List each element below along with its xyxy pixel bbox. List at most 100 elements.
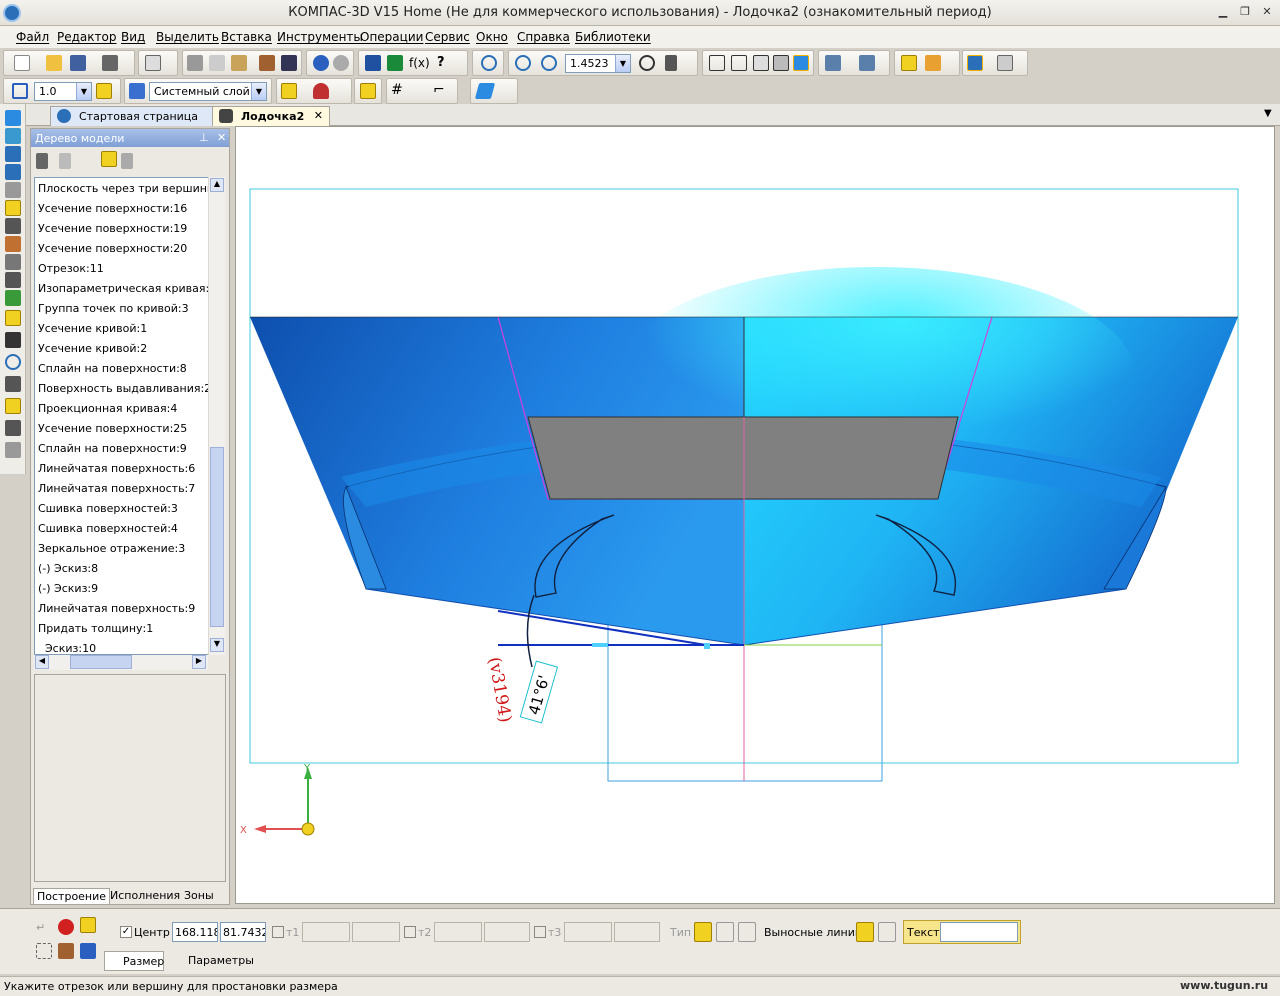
save-icon[interactable]	[70, 55, 86, 71]
copy-icon[interactable]	[209, 55, 225, 71]
zoom-window-icon[interactable]	[481, 55, 497, 71]
menu-window[interactable]: Окно	[476, 30, 508, 44]
linear-dim-icon[interactable]	[5, 310, 21, 326]
t1-checkbox[interactable]	[272, 926, 284, 938]
t2-checkbox[interactable]	[404, 926, 416, 938]
tree-item[interactable]: Усечение кривой:2	[38, 342, 147, 355]
tree-item[interactable]: Придать толщину:1	[38, 622, 153, 635]
scroll-thumb[interactable]	[210, 447, 224, 627]
tree-item[interactable]: Плоскость через три вершины:2	[38, 182, 211, 195]
tree-item[interactable]: Сплайн на поверхности:8	[38, 362, 187, 375]
model-canvas[interactable]: 41°6' (v3194) Y X	[236, 127, 1276, 905]
sheet-metal-icon[interactable]	[5, 236, 21, 252]
zoom-combo[interactable]: 1.4523 ▼	[565, 54, 631, 73]
chevron-down-icon[interactable]: ▼	[251, 83, 266, 100]
undo-icon[interactable]	[313, 55, 329, 71]
tree-item[interactable]: Линейчатая поверхность:6	[38, 462, 195, 475]
tab-versions[interactable]: Исполнения	[107, 888, 183, 903]
new-icon[interactable]	[14, 55, 30, 71]
cut-icon[interactable]	[187, 55, 203, 71]
t3-checkbox[interactable]	[534, 926, 546, 938]
step-combo[interactable]: 1.0 ▼	[34, 82, 92, 101]
spatial-curves-icon[interactable]	[5, 182, 21, 198]
scroll-left-icon[interactable]: ◀	[35, 655, 49, 669]
t3-y-field[interactable]	[614, 922, 660, 942]
paste-icon[interactable]	[231, 55, 247, 71]
center-checkbox[interactable]: ✓	[120, 926, 132, 938]
tree-mode-icon[interactable]	[101, 151, 117, 167]
tree-item[interactable]: (-) Эскиз:9	[38, 582, 98, 595]
arc-dim-icon[interactable]	[5, 376, 21, 392]
tree-structure-icon[interactable]	[36, 153, 48, 169]
menu-view[interactable]: Вид	[121, 30, 145, 44]
chevron-down-icon[interactable]: ▼	[615, 55, 630, 72]
snap-filter-icon[interactable]	[859, 55, 875, 71]
scroll-down-icon[interactable]: ▼	[210, 638, 224, 652]
dimensions-icon[interactable]	[5, 200, 21, 216]
tree-item[interactable]: Отрезок:11	[38, 262, 104, 275]
tree-item[interactable]: Усечение поверхности:16	[38, 202, 187, 215]
menu-select[interactable]: Выделить	[156, 30, 219, 44]
close-icon[interactable]: ✕	[1260, 5, 1274, 19]
hscroll-thumb[interactable]	[70, 655, 132, 669]
radial-dim-icon[interactable]	[5, 354, 21, 370]
parametric-icon[interactable]	[360, 83, 376, 99]
box-icon[interactable]	[901, 55, 917, 71]
tree-item[interactable]: Эскиз:10	[45, 642, 96, 654]
format-painter-icon[interactable]	[259, 55, 275, 71]
scroll-up-icon[interactable]: ▲	[210, 178, 224, 192]
step-cursor-icon[interactable]	[96, 83, 112, 99]
tree-item[interactable]: Усечение поверхности:19	[38, 222, 187, 235]
tree-item[interactable]: Линейчатая поверхность:7	[38, 482, 195, 495]
thin-hidden-icon[interactable]	[753, 55, 769, 71]
tree-item[interactable]: Сшивка поверхностей:4	[38, 522, 178, 535]
magnet-snap-icon[interactable]	[313, 83, 329, 99]
diagnostics-icon[interactable]	[5, 272, 21, 288]
surface-icon[interactable]	[5, 128, 21, 144]
t1-x-field[interactable]	[302, 922, 350, 942]
rotate-icon[interactable]	[639, 55, 655, 71]
properties-brush-icon[interactable]	[58, 943, 74, 959]
chevron-down-icon[interactable]: ▼	[76, 83, 91, 100]
model-viewport[interactable]: 41°6' (v3194) Y X	[235, 126, 1275, 904]
minimize-icon[interactable]: ▁	[1216, 5, 1230, 19]
tree-item[interactable]: (-) Эскиз:8	[38, 562, 98, 575]
iso-view-icon[interactable]	[474, 83, 496, 99]
tree-vertical-scrollbar[interactable]: ▲ ▼	[208, 177, 225, 655]
tree-item[interactable]: Поверхность выдавливания:2	[38, 382, 211, 395]
type-angle-icon[interactable]	[694, 922, 712, 942]
orthogonal-icon[interactable]	[281, 83, 297, 99]
view-manager-icon[interactable]	[967, 55, 983, 71]
edit-model-icon[interactable]	[5, 218, 21, 234]
pin-icon[interactable]: ⊥	[199, 131, 209, 144]
tab-list-chevron-icon[interactable]: ▼	[1264, 108, 1272, 119]
shaded-icon[interactable]	[793, 55, 809, 71]
array-icon[interactable]	[5, 146, 21, 162]
report-icon[interactable]	[997, 55, 1013, 71]
library-manager-icon[interactable]	[387, 55, 403, 71]
tree-item[interactable]: Группа точек по кривой:3	[38, 302, 189, 315]
help-icon[interactable]	[80, 943, 96, 959]
tree-item[interactable]: Усечение поверхности:25	[38, 422, 187, 435]
tree-item[interactable]: Изопараметрическая кривая:2	[38, 282, 211, 295]
t3-x-field[interactable]	[564, 922, 612, 942]
layer-combo[interactable]: Системный слой (0) ▼	[149, 82, 267, 101]
menu-insert[interactable]: Вставка	[221, 30, 272, 44]
auxiliary-geometry-icon[interactable]	[5, 164, 21, 180]
layers-icon[interactable]	[129, 83, 145, 99]
open-icon[interactable]	[46, 55, 62, 71]
menu-edit[interactable]: Редактор	[57, 30, 116, 44]
local-cs-icon[interactable]	[12, 83, 28, 99]
tree-view-icon[interactable]	[59, 153, 71, 169]
snap-options-icon[interactable]	[36, 943, 52, 959]
menu-help[interactable]: Справка	[517, 30, 570, 44]
stop-icon[interactable]	[58, 919, 74, 935]
height-dim-icon[interactable]	[5, 420, 21, 436]
t2-y-field[interactable]	[484, 922, 530, 942]
type-arc-icon[interactable]	[716, 922, 734, 942]
tab-start-page[interactable]: Стартовая страница	[50, 106, 220, 126]
menu-file[interactable]: Файл	[16, 30, 49, 44]
zoom-in-icon[interactable]	[541, 55, 557, 71]
tree-item[interactable]: Зеркальное отражение:3	[38, 542, 185, 555]
angular-dim-icon[interactable]	[5, 398, 21, 414]
